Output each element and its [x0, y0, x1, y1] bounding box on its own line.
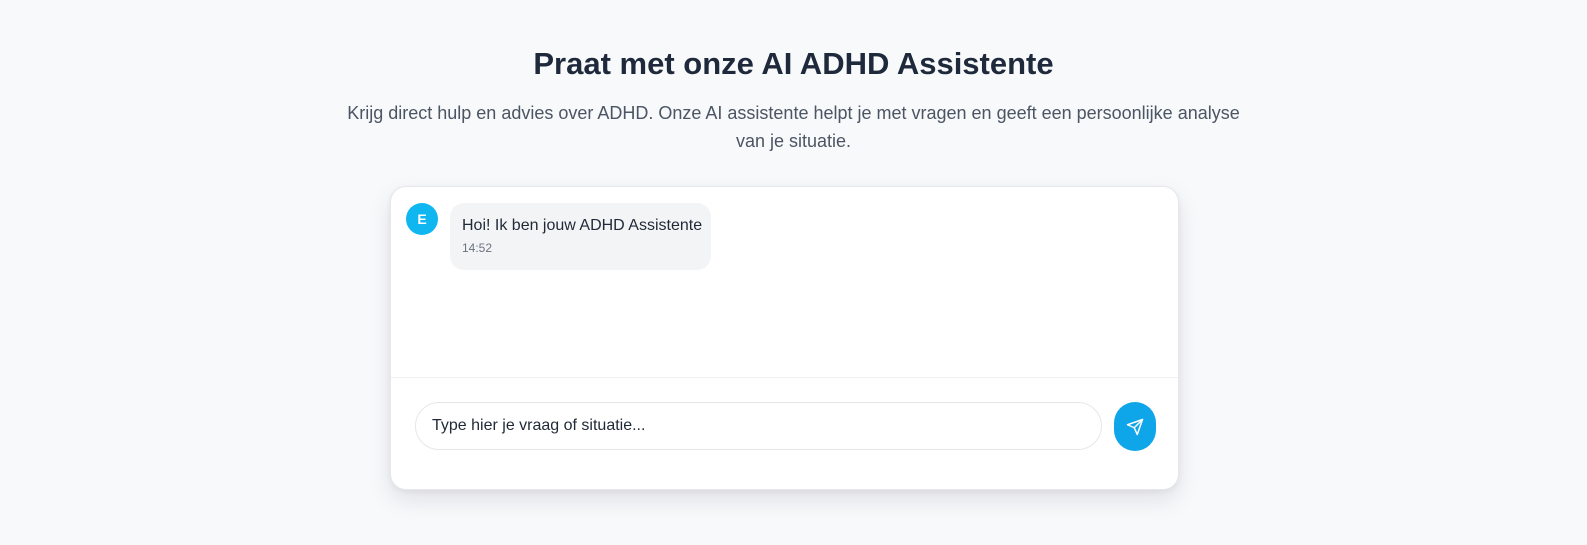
message-timestamp: 14:52	[462, 241, 493, 255]
send-icon	[1126, 418, 1144, 435]
assistant-avatar: E	[406, 203, 438, 235]
chat-window: E Hoi! Ik ben jouw ADHD Assistente 14:52	[390, 186, 1179, 490]
message-list[interactable]: E Hoi! Ik ben jouw ADHD Assistente 14:52	[391, 187, 1178, 378]
send-button[interactable]	[1114, 402, 1156, 451]
assistant-message-bubble: Hoi! Ik ben jouw ADHD Assistente 14:52	[450, 203, 711, 270]
message-text: Hoi! Ik ben jouw ADHD Assistente	[462, 217, 703, 234]
page-subtitle: Krijg direct hulp en advies over ADHD. O…	[347, 103, 1240, 151]
page-title: Praat met onze AI ADHD Assistente	[533, 46, 1054, 81]
chat-input[interactable]	[415, 402, 1102, 450]
